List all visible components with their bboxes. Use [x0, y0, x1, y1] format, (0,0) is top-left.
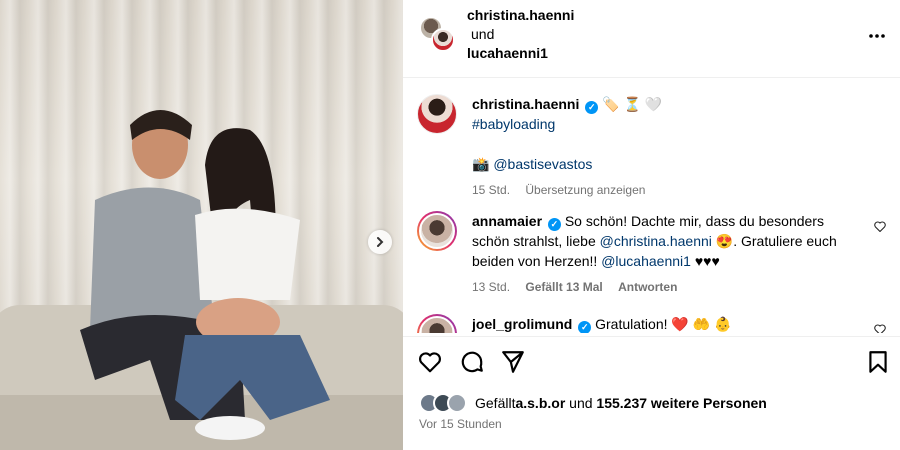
more-options-button[interactable]: [868, 22, 886, 45]
likes-count[interactable]: 155.237 weitere Personen: [596, 395, 766, 411]
comment-text: ♥♥♥: [690, 253, 720, 269]
verified-icon: ✓: [578, 321, 592, 333]
comments-list[interactable]: christina.haenni ✓ 🏷️ ⏳ 🤍 #babyloading 📸…: [403, 79, 900, 333]
reply-button[interactable]: Antworten: [618, 280, 677, 294]
liker-avatars[interactable]: [419, 393, 469, 413]
mention-link[interactable]: @lucahaenni1: [601, 253, 691, 269]
heart-icon: [874, 221, 886, 233]
caption-meta: 15 Std. Übersetzung anzeigen: [472, 180, 886, 200]
like-button[interactable]: [417, 349, 443, 375]
caption: christina.haenni ✓ 🏷️ ⏳ 🤍 #babyloading 📸…: [417, 94, 886, 200]
mention-link[interactable]: @christina.haenni: [600, 233, 712, 249]
comment-meta: 13 Std. Gefällt 13 Mal Antworten: [472, 277, 860, 297]
owners-conjunction: und: [471, 26, 495, 42]
avatar: [431, 28, 455, 52]
comment-like-button[interactable]: [874, 221, 886, 235]
comment-item: annamaier ✓ So schön! Dachte mir, dass d…: [417, 211, 886, 297]
comment-icon: [461, 351, 483, 373]
owner-username-2[interactable]: lucahaenni1: [467, 44, 574, 63]
collab-avatars[interactable]: [419, 16, 455, 52]
verified-icon: ✓: [547, 218, 561, 231]
heart-icon: [874, 324, 886, 333]
bookmark-icon: [869, 351, 887, 373]
post-photo[interactable]: [0, 0, 403, 450]
mention-link[interactable]: @bastisevastos: [493, 156, 592, 172]
post-detail-panel: christina.haenni und lucahaenni1 christi…: [403, 0, 900, 450]
comment-likes[interactable]: Gefällt 13 Mal: [525, 280, 602, 294]
caption-username[interactable]: christina.haenni: [472, 96, 579, 112]
share-icon: [502, 351, 524, 373]
comment-time: 13 Std.: [472, 280, 511, 294]
likes-user[interactable]: a.s.b.or: [515, 395, 565, 411]
share-button[interactable]: [500, 349, 526, 375]
avatar[interactable]: [417, 314, 457, 333]
post-actions: [403, 336, 900, 386]
heart-icon: [419, 352, 441, 373]
owner-username-1[interactable]: christina.haenni: [467, 6, 574, 25]
chevron-right-icon: [377, 237, 384, 247]
post-header: christina.haenni und lucahaenni1: [403, 0, 900, 78]
photo-couple-illustration: [80, 110, 330, 440]
likes-mid: und: [565, 395, 597, 411]
comment-button[interactable]: [459, 349, 485, 375]
translate-button[interactable]: Übersetzung anzeigen: [525, 183, 645, 197]
next-photo-button[interactable]: [368, 230, 392, 254]
caption-time: 15 Std.: [472, 183, 511, 197]
post-owners: christina.haenni und lucahaenni1: [467, 6, 574, 63]
likes-prefix: Gefällt: [475, 395, 516, 411]
comment-username[interactable]: joel_grolimund: [472, 316, 572, 332]
verified-icon: ✓: [585, 101, 599, 114]
comment-item: joel_grolimund ✓ Gratulation! ❤️ 🤲 👶: [417, 314, 886, 333]
post-timestamp[interactable]: Vor 15 Stunden: [419, 417, 502, 431]
comment-like-button[interactable]: [874, 324, 886, 333]
comment-text: Gratulation! ❤️ 🤲 👶: [595, 316, 732, 332]
credit-emoji: 📸: [472, 156, 490, 172]
likes-summary: Gefällt a.s.b.or und 155.237 weitere Per…: [419, 392, 886, 414]
more-icon: [869, 34, 885, 38]
save-button[interactable]: [865, 349, 891, 375]
comment-username[interactable]: annamaier: [472, 213, 542, 229]
caption-emojis: 🏷️ ⏳ 🤍: [602, 96, 663, 112]
avatar[interactable]: [417, 94, 457, 134]
avatar[interactable]: [417, 211, 457, 251]
hashtag-link[interactable]: #babyloading: [472, 116, 555, 132]
